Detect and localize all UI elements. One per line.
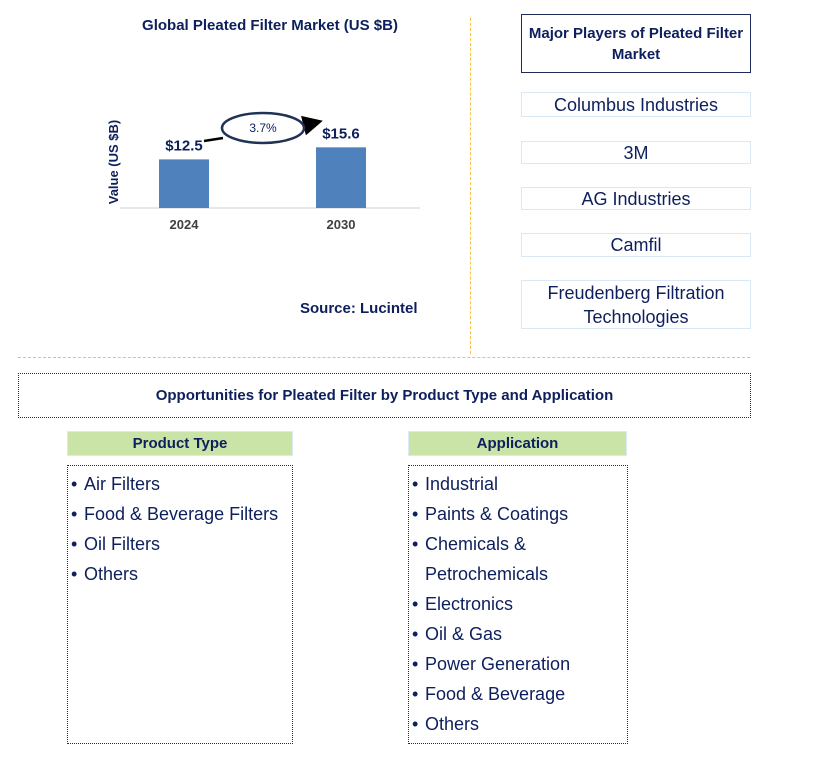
horizontal-divider bbox=[18, 357, 750, 358]
y-axis-label: Value (US $B) bbox=[106, 120, 121, 205]
data-label-2024: $12.5 bbox=[165, 137, 203, 154]
opportunities-title-text: Opportunities for Pleated Filter by Prod… bbox=[155, 387, 614, 404]
list-item: • Air Filters bbox=[71, 474, 160, 494]
bar-2030 bbox=[316, 147, 366, 208]
list-item-continuation: Petrochemicals bbox=[425, 564, 549, 584]
application-heading: Application bbox=[408, 431, 627, 456]
data-label-2030: $15.6 bbox=[322, 125, 360, 142]
list-item: • Others bbox=[71, 564, 139, 584]
x-tick-label: 2030 bbox=[327, 217, 356, 232]
players-title: Major Players of Pleated Filter Market bbox=[521, 14, 751, 73]
list-item: • Industrial bbox=[412, 474, 499, 494]
cagr-arrow-left bbox=[203, 136, 224, 143]
vertical-divider bbox=[470, 18, 471, 354]
application-list: • Industrial • Paints & Coatings • Chemical… bbox=[408, 465, 628, 744]
list-item: • Paints & Coatings bbox=[412, 504, 569, 524]
x-tick-label: 2024 bbox=[170, 217, 200, 232]
player-item: Freudenberg Filtration Technologies bbox=[521, 280, 751, 329]
cagr-label: 3.7% bbox=[249, 121, 277, 135]
player-item: Camfil bbox=[521, 233, 751, 257]
chart-title: Global Pleated Filter Market (US $B) bbox=[142, 17, 398, 34]
list-item: • Power Generation bbox=[412, 654, 571, 674]
source-label: Source: Lucintel bbox=[300, 300, 418, 317]
product-type-list: • Air Filters • Food & Beverage Filters • O… bbox=[67, 465, 293, 744]
list-item: • Oil & Gas bbox=[412, 624, 503, 644]
player-item: AG Industries bbox=[521, 187, 751, 210]
player-item: Columbus Industries bbox=[521, 92, 751, 117]
list-item: • Chemicals & bbox=[412, 534, 527, 554]
list-item: • Electronics bbox=[412, 594, 514, 614]
list-item: • Food & Beverage Filters bbox=[71, 504, 279, 524]
bar-chart: Value (US $B) $12.5 2024 $15.6 2030 3.7% bbox=[106, 111, 420, 232]
bar-2024 bbox=[159, 159, 209, 208]
opportunities-title: Opportunities for Pleated Filter by Prod… bbox=[18, 373, 751, 418]
player-item: 3M bbox=[521, 141, 751, 164]
list-item: • Others bbox=[412, 714, 480, 734]
list-item: • Food & Beverage bbox=[412, 684, 566, 704]
list-item: • Oil Filters bbox=[71, 534, 160, 554]
product-type-heading: Product Type bbox=[67, 431, 293, 456]
